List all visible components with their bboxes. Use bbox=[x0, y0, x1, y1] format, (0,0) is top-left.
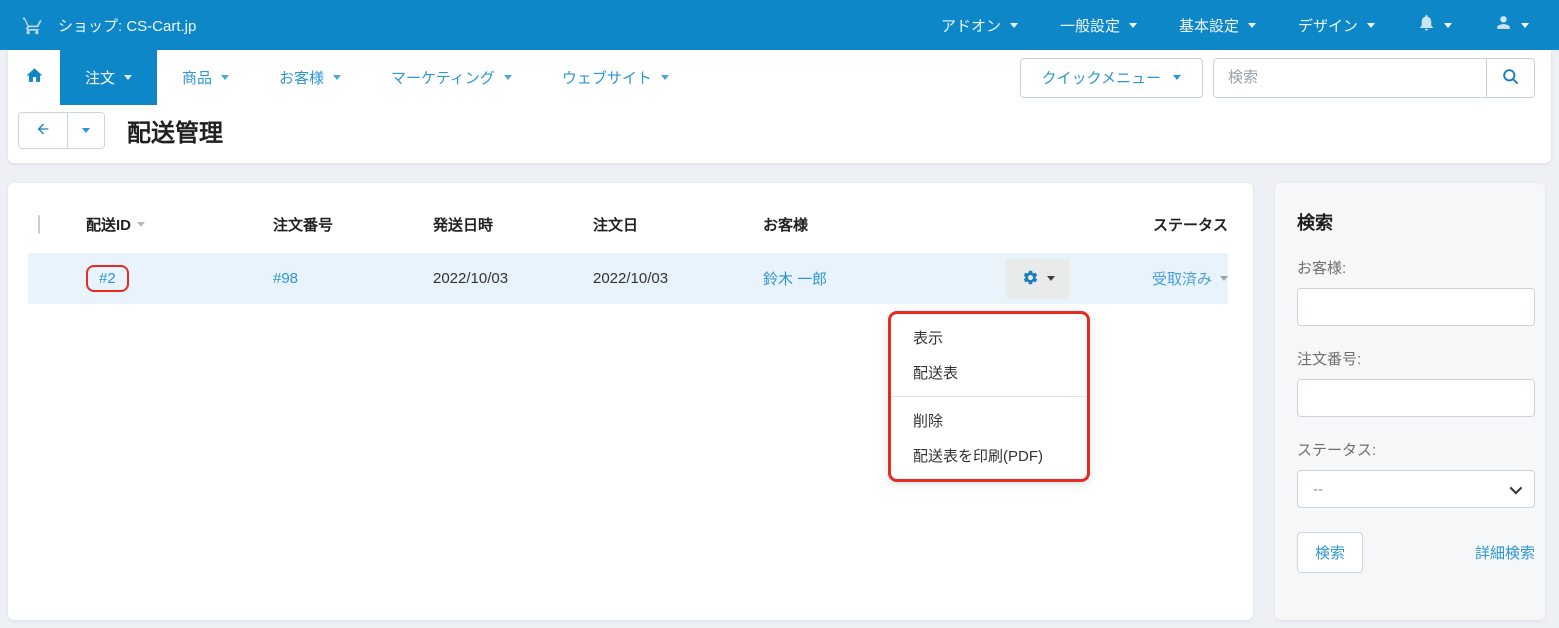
topbar-menu-basic-settings[interactable]: 基本設定 bbox=[1179, 15, 1256, 36]
order-number-link[interactable]: #98 bbox=[273, 270, 298, 287]
chevron-down-icon bbox=[221, 75, 229, 80]
menu-divider bbox=[891, 396, 1087, 397]
user-icon bbox=[1494, 13, 1513, 37]
status-badge: 受取済み bbox=[1152, 268, 1212, 289]
back-history-dropdown-button[interactable] bbox=[67, 113, 104, 148]
chevron-down-icon bbox=[661, 75, 669, 80]
chevron-down-icon bbox=[1129, 23, 1137, 28]
table-row: #2 #98 2022/10/03 2022/10/03 鈴木 一郎 受取済み bbox=[28, 253, 1228, 304]
chevron-down-icon bbox=[1444, 23, 1452, 28]
arrow-left-icon bbox=[34, 121, 52, 140]
search-button[interactable] bbox=[1486, 59, 1534, 97]
annotation-highlight-box: #2 bbox=[86, 265, 129, 292]
header: 注文 商品 お客様 マーケティング ウェブサイト クイックメニュー bbox=[8, 50, 1551, 163]
column-header-order-date: 注文日 bbox=[593, 214, 763, 235]
select-all-checkbox[interactable] bbox=[38, 215, 40, 234]
chevron-down-icon bbox=[1220, 276, 1228, 281]
order-date-cell: 2022/10/03 bbox=[593, 270, 763, 287]
topbar-menu-general-settings[interactable]: 一般設定 bbox=[1060, 15, 1137, 36]
shop-link[interactable]: ショップ: CS-Cart.jp bbox=[22, 15, 196, 36]
sort-caret-icon bbox=[137, 222, 145, 227]
status-select-value: -- bbox=[1313, 481, 1323, 498]
content-area: 配送ID 注文番号 発送日時 注文日 お客様 ステータス #2 #98 2022… bbox=[8, 183, 1545, 620]
chevron-down-icon bbox=[124, 75, 132, 80]
search-icon bbox=[1501, 67, 1520, 89]
bell-icon bbox=[1417, 12, 1436, 38]
column-header-customer: お客様 bbox=[763, 214, 1006, 235]
page-title: 配送管理 bbox=[127, 113, 223, 148]
menu-item-delete[interactable]: 削除 bbox=[891, 403, 1087, 438]
shipments-panel: 配送ID 注文番号 発送日時 注文日 お客様 ステータス #2 #98 2022… bbox=[8, 183, 1253, 620]
status-select[interactable]: -- bbox=[1297, 470, 1535, 508]
main-navigation: 注文 商品 お客様 マーケティング ウェブサイト クイックメニュー bbox=[8, 50, 1551, 105]
topbar-menu-addons[interactable]: アドオン bbox=[941, 15, 1018, 36]
chevron-down-icon bbox=[333, 75, 341, 80]
menu-item-packing-slip[interactable]: 配送表 bbox=[891, 355, 1087, 390]
nav-tab-orders[interactable]: 注文 bbox=[60, 50, 157, 105]
chevron-down-icon bbox=[504, 75, 512, 80]
nav-tab-customers[interactable]: お客様 bbox=[254, 50, 366, 105]
cart-icon bbox=[22, 15, 43, 36]
status-field-label: ステータス: bbox=[1297, 439, 1535, 460]
chevron-down-icon bbox=[1510, 481, 1523, 494]
chevron-down-icon bbox=[1010, 23, 1018, 28]
menu-item-print-pdf[interactable]: 配送表を印刷(PDF) bbox=[891, 438, 1087, 473]
back-button-group bbox=[18, 112, 105, 149]
status-dropdown[interactable]: 受取済み bbox=[1096, 268, 1228, 289]
chevron-down-icon bbox=[1047, 276, 1055, 281]
search-sidebar: 検索 お客様: 注文番号: ステータス: -- 検索 詳細検索 bbox=[1275, 183, 1545, 620]
chevron-down-icon bbox=[1367, 23, 1375, 28]
sidebar-search-button[interactable]: 検索 bbox=[1297, 532, 1363, 573]
row-actions-button[interactable] bbox=[1006, 259, 1070, 299]
top-admin-bar: ショップ: CS-Cart.jp アドオン 一般設定 基本設定 デザイン bbox=[0, 0, 1559, 50]
nav-tab-website[interactable]: ウェブサイト bbox=[537, 50, 694, 105]
column-header-status: ステータス bbox=[1096, 214, 1228, 235]
chevron-down-icon bbox=[82, 128, 90, 133]
customer-link[interactable]: 鈴木 一郎 bbox=[763, 271, 827, 288]
order-number-field[interactable] bbox=[1297, 379, 1535, 417]
search-input[interactable] bbox=[1214, 59, 1486, 97]
sidebar-title: 検索 bbox=[1297, 209, 1535, 235]
notifications-menu[interactable] bbox=[1417, 12, 1452, 38]
ship-date-cell: 2022/10/03 bbox=[433, 270, 593, 287]
chevron-down-icon bbox=[1248, 23, 1256, 28]
admin-search bbox=[1213, 58, 1535, 98]
shop-label: ショップ: CS-Cart.jp bbox=[58, 15, 196, 36]
advanced-search-link[interactable]: 詳細検索 bbox=[1475, 542, 1535, 563]
nav-tab-marketing[interactable]: マーケティング bbox=[366, 50, 537, 105]
order-number-field-label: 注文番号: bbox=[1297, 348, 1535, 369]
shipment-id-link[interactable]: #2 bbox=[99, 270, 116, 287]
table-header-row: 配送ID 注文番号 発送日時 注文日 お客様 ステータス bbox=[28, 208, 1228, 253]
user-account-menu[interactable] bbox=[1494, 13, 1529, 37]
home-icon bbox=[25, 66, 44, 90]
menu-item-view[interactable]: 表示 bbox=[891, 320, 1087, 355]
column-header-order-number: 注文番号 bbox=[273, 214, 433, 235]
customer-field[interactable] bbox=[1297, 288, 1535, 326]
chevron-down-icon bbox=[1521, 23, 1529, 28]
column-header-shipment-id[interactable]: 配送ID bbox=[86, 214, 273, 235]
back-button[interactable] bbox=[19, 113, 67, 148]
chevron-down-icon bbox=[1173, 75, 1181, 80]
topbar-menu-design[interactable]: デザイン bbox=[1298, 15, 1375, 36]
quick-menu-button[interactable]: クイックメニュー bbox=[1020, 58, 1203, 98]
row-actions-menu: 表示 配送表 削除 配送表を印刷(PDF) bbox=[890, 313, 1088, 480]
customer-field-label: お客様: bbox=[1297, 257, 1535, 278]
gear-icon bbox=[1022, 269, 1039, 289]
home-button[interactable] bbox=[8, 50, 60, 105]
column-header-ship-date: 発送日時 bbox=[433, 214, 593, 235]
nav-tab-products[interactable]: 商品 bbox=[157, 50, 254, 105]
page-title-bar: 配送管理 bbox=[8, 105, 1551, 163]
